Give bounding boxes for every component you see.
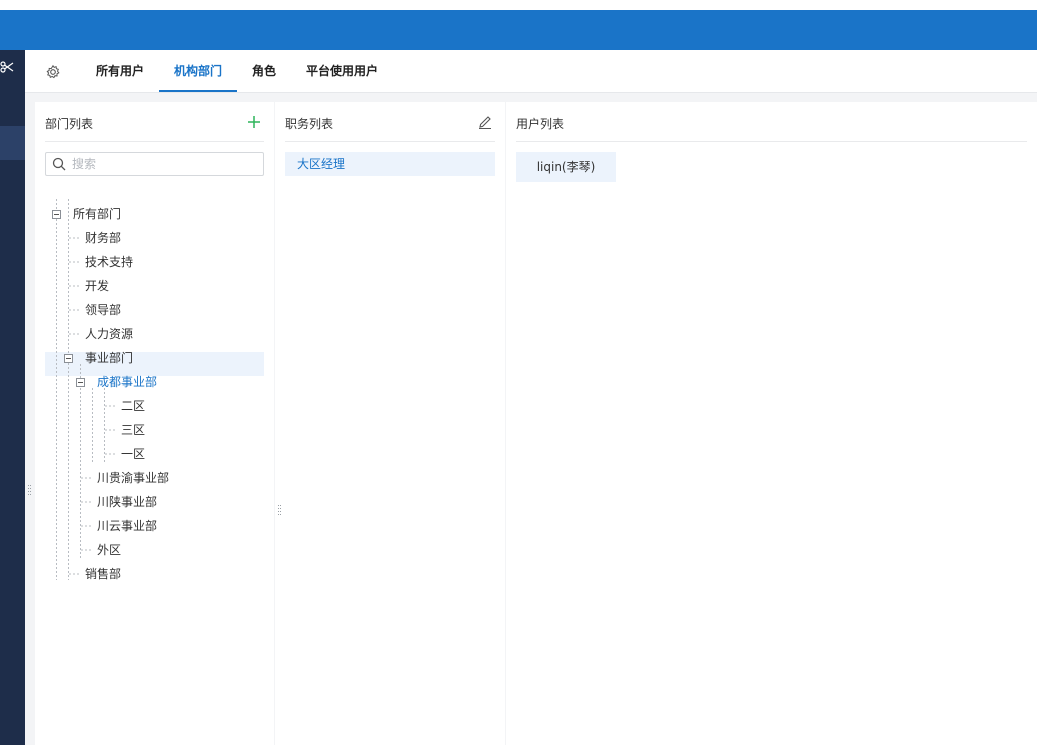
plus-icon[interactable] — [246, 114, 262, 130]
tree-node-business[interactable]: 事业部门 — [85, 348, 133, 368]
tab-platform-users[interactable]: 平台使用用户 — [306, 50, 378, 92]
tree-node[interactable]: 领导部 — [85, 300, 121, 320]
collapse-toggle-business[interactable] — [64, 354, 73, 363]
left-navigation — [0, 50, 25, 745]
tree-node[interactable]: 技术支持 — [85, 252, 133, 272]
department-search-box[interactable] — [45, 152, 264, 176]
tree-node[interactable]: 开发 — [85, 276, 109, 296]
scissors-icon[interactable] — [0, 60, 14, 74]
tree-node[interactable]: 川云事业部 — [97, 516, 157, 536]
position-list-item[interactable]: 大区经理 — [285, 152, 495, 176]
collapse-toggle-chengdu[interactable] — [76, 378, 85, 387]
gear-icon[interactable] — [45, 64, 61, 80]
department-panel-header: 部门列表 — [45, 102, 264, 142]
tree-node-root[interactable]: 所有部门 — [73, 204, 121, 224]
position-panel: 职务列表 大区经理 — [275, 102, 505, 745]
left-resize-handle[interactable] — [27, 485, 33, 497]
tree-node[interactable]: 财务部 — [85, 228, 121, 248]
position-panel-header: 职务列表 — [285, 102, 495, 142]
user-panel-title: 用户列表 — [516, 117, 565, 131]
tree-node[interactable]: 三区 — [121, 420, 145, 440]
pencil-icon[interactable] — [477, 114, 493, 130]
app-header-bar — [0, 10, 1037, 50]
tree-node[interactable]: 销售部 — [85, 564, 121, 584]
main-content: 所有用户 机构部门 角色 平台使用用户 部门列表 搜索 所有部门 财务部 技术支… — [25, 50, 1037, 745]
user-panel: 用户列表 liqin(李琴) — [506, 102, 1037, 745]
user-list-item[interactable]: liqin(李琴) — [516, 152, 616, 182]
tab-bar: 所有用户 机构部门 角色 平台使用用户 — [25, 50, 1037, 93]
tab-departments[interactable]: 机构部门 — [159, 50, 237, 92]
department-panel-title: 部门列表 — [45, 117, 94, 131]
browser-top-strip — [0, 0, 1037, 10]
search-icon — [52, 157, 66, 171]
department-panel: 部门列表 搜索 所有部门 财务部 技术支持 开发 领导部 人力资源 事业部门 成… — [35, 102, 274, 745]
department-tree: 所有部门 财务部 技术支持 开发 领导部 人力资源 事业部门 成都事业部 二区 … — [45, 182, 264, 582]
tree-node[interactable]: 川陕事业部 — [97, 492, 157, 512]
panel-resize-handle[interactable] — [277, 505, 283, 517]
tab-all-users[interactable]: 所有用户 — [96, 50, 144, 92]
department-search-input[interactable] — [72, 155, 258, 173]
tree-node[interactable]: 一区 — [121, 444, 145, 464]
user-panel-header: 用户列表 — [516, 102, 1027, 142]
collapse-toggle-root[interactable] — [52, 210, 61, 219]
tree-node-chengdu-selected[interactable]: 成都事业部 — [97, 372, 157, 392]
tree-node[interactable]: 川贵渝事业部 — [97, 468, 169, 488]
tree-node[interactable]: 人力资源 — [85, 324, 133, 344]
tree-node[interactable]: 外区 — [97, 540, 121, 560]
nav-active-item[interactable] — [0, 126, 25, 160]
position-panel-title: 职务列表 — [285, 117, 334, 131]
tab-roles[interactable]: 角色 — [252, 50, 276, 92]
tree-node[interactable]: 二区 — [121, 396, 145, 416]
